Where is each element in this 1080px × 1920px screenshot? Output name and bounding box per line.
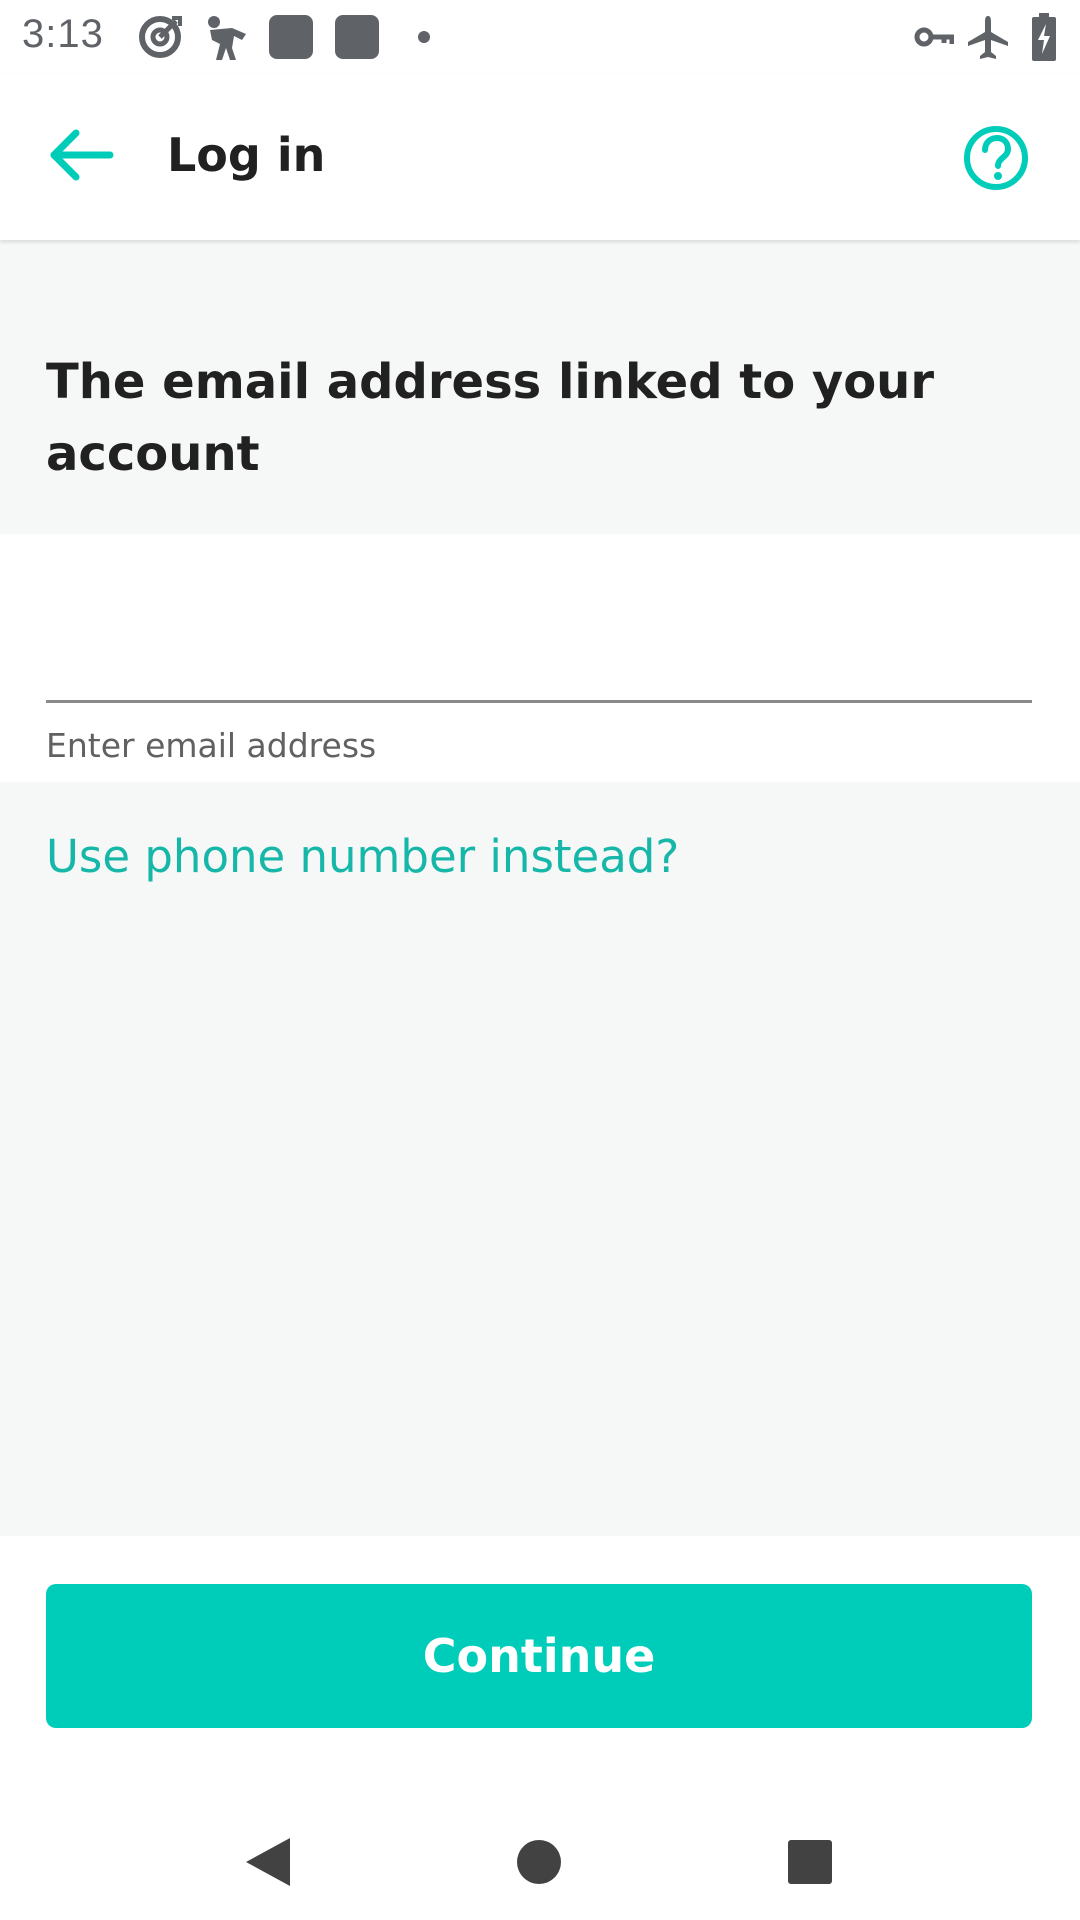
email-input-section: Enter email address	[0, 534, 1080, 782]
bottom-action-area: Continue	[0, 1536, 1080, 1800]
home-circle-icon	[517, 1840, 561, 1884]
target-icon	[139, 16, 182, 58]
arrow-left-icon	[50, 129, 114, 181]
page-title: Log in	[167, 128, 326, 182]
continue-button[interactable]: Continue	[46, 1584, 1032, 1728]
app-square-icon	[335, 15, 379, 59]
back-triangle-icon	[246, 1838, 290, 1886]
email-helper-text: Enter email address	[46, 726, 377, 765]
recents-square-icon	[788, 1840, 832, 1884]
runner-icon	[208, 16, 246, 60]
alternate-login-section: Use phone number instead?	[0, 782, 1080, 1536]
status-bar: 3:13	[0, 0, 1080, 74]
nav-back-button[interactable]	[228, 1822, 308, 1902]
airplane-icon	[968, 16, 1008, 59]
email-field[interactable]	[46, 634, 1032, 703]
app-square-icon	[269, 15, 313, 59]
vpn-key-icon	[914, 27, 954, 47]
heading-section: The email address linked to your account	[0, 240, 1080, 534]
nav-home-button[interactable]	[499, 1822, 579, 1902]
back-button[interactable]	[42, 120, 122, 190]
help-button[interactable]	[962, 124, 1030, 192]
nav-recents-button[interactable]	[770, 1822, 850, 1902]
dot-icon	[418, 31, 430, 43]
help-circle-icon	[964, 126, 1028, 190]
app-bar: Log in	[0, 74, 1080, 240]
use-phone-link[interactable]: Use phone number instead?	[46, 830, 679, 883]
battery-charging-icon	[1032, 13, 1056, 61]
system-nav-bar	[0, 1800, 1080, 1920]
status-time: 3:13	[22, 12, 104, 56]
form-heading: The email address linked to your account	[46, 354, 935, 482]
